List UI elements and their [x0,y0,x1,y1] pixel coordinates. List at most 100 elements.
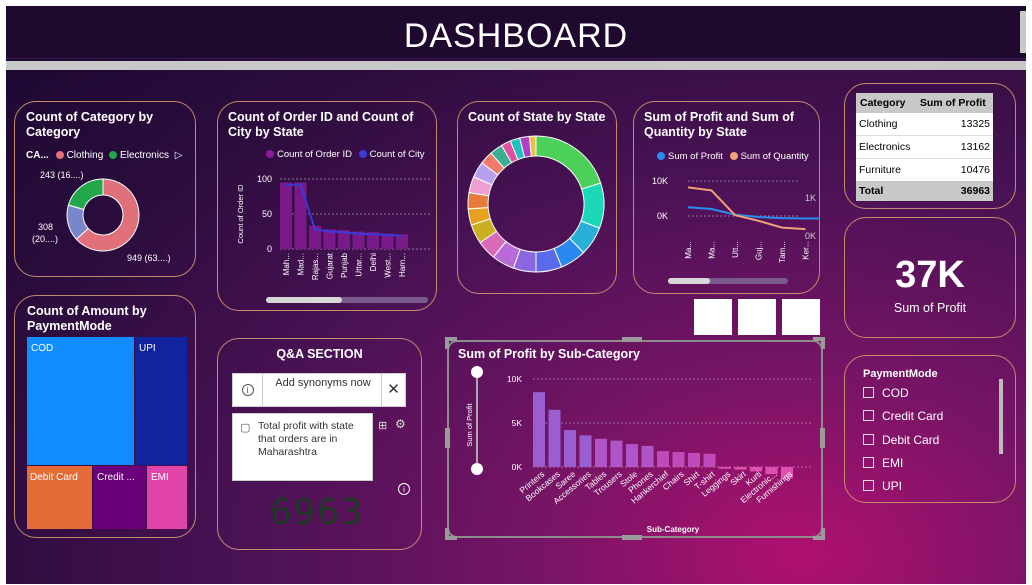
x-tick-label: Gujarat [326,252,335,279]
horizontal-scrollbar[interactable] [6,61,1026,70]
table-cell: 13162 [915,135,993,159]
category-donut[interactable] [66,178,140,252]
table-header-profit[interactable]: Sum of Profit [916,93,993,113]
x-tick-label: Uttar... [355,253,364,277]
kpi-value: 37K [895,254,965,296]
info-icon[interactable]: i [233,374,263,406]
x-axis-label: Sub-Category [647,525,700,534]
y-right-tick: 0K [805,231,816,241]
x-tick-label: Utt... [731,241,740,258]
legend-quantity[interactable]: Sum of Quantity [741,151,809,162]
donut-label-left-1: 308 [38,222,54,232]
payment-treemap[interactable]: COD UPI Debit Card Credit ... EMI [27,337,187,529]
slicer-option-emi[interactable]: EMI [863,456,903,470]
qa-title: Q&A SECTION [276,347,363,361]
legend-item-electronics[interactable]: Electronics [120,150,169,161]
gear-icon[interactable]: ⚙ [395,417,406,431]
order-city-scrollbar[interactable] [266,297,428,303]
corner-handle-tr[interactable] [813,337,825,349]
tile-credit-card[interactable]: Credit ... [93,466,146,529]
slicer-option-credit-card[interactable]: Credit Card [863,409,943,423]
bar [564,430,576,467]
chevron-right-icon[interactable]: ▷ [175,150,183,161]
header-scrollbar[interactable] [1020,11,1026,53]
corner-handle-tl[interactable] [445,337,457,349]
x-tick-label: Guj... [755,241,764,260]
y-left-tick: 0K [657,211,668,221]
blank-button-1[interactable] [694,299,732,335]
bar [610,440,623,467]
legend-dot [55,151,64,160]
y-tick-label: 0K [512,462,523,472]
checkbox[interactable] [863,434,874,445]
state-donut[interactable] [466,134,606,274]
legend-item-clothing[interactable]: Clothing [67,150,104,161]
table-cell: 13325 [915,113,993,136]
blank-button-3[interactable] [782,299,820,335]
legend-profit[interactable]: Sum of Profit [668,151,723,162]
order-city-chart[interactable]: 0 50 100 Count of Order ID Mah... Mad... Rajas… [217,161,437,296]
qa-answer: 6963 [270,492,365,533]
x-tick-label: Rajas... [311,253,320,280]
chat-icon: ▢ [240,422,251,434]
info-icon[interactable]: i [398,483,410,495]
bar [626,444,638,467]
category-legend: CA... Clothing Electronics ▷ [26,150,182,161]
order-city-legend: Count of Order ID Count of City [266,149,425,160]
close-icon[interactable]: ✕ [381,374,405,406]
category-card-title: Count of Category by Category [26,110,154,139]
legend-order-id[interactable]: Count of Order ID [277,149,352,160]
header-bar: DASHBOARD [6,6,1026,59]
x-tick-label: Ma... [684,241,693,259]
qa-table-icon[interactable]: ⊞ [378,419,387,432]
subcategory-chart[interactable]: Sum of Profit10K5K0KPrintersBookcasesSar… [447,361,823,536]
y-axis-label: Count of Order ID [236,184,245,244]
blank-button-2[interactable] [738,299,776,335]
table-cell: Clothing [856,113,916,136]
y-axis-label: Sum of Profit [465,402,474,446]
x-tick-label: Harn... [398,253,407,277]
y-right-tick: 1K [805,193,816,203]
tile-emi[interactable]: EMI [147,466,187,529]
state-card-title: Count of State by State [468,110,606,124]
tile-debit-card[interactable]: Debit Card [27,466,92,529]
y-tick-label: 5K [512,418,523,428]
y-tick-label: 100 [257,174,272,184]
checkbox[interactable] [863,457,874,468]
legend-city[interactable]: Count of City [370,149,425,160]
dashboard-title: DASHBOARD [403,17,629,55]
profit-quantity-scrollbar[interactable] [668,278,788,284]
table-header-category[interactable]: Category [856,93,916,113]
slicer-option-upi[interactable]: UPI [863,479,902,493]
y-tick-label: 0 [267,244,272,254]
resize-handle-top[interactable] [622,337,642,342]
checkbox[interactable] [863,387,874,398]
qa-question-input[interactable]: ▢ Total profit with state that orders ar… [232,413,373,481]
x-tick-label: Delhi [369,253,378,271]
qa-query-text[interactable]: Total profit with state that orders are … [258,420,358,459]
legend-dot [109,151,118,160]
checkbox[interactable] [863,410,874,421]
bar [641,445,654,467]
kpi-label: Sum of Profit [893,301,967,315]
table-cell: Furniture [859,164,902,176]
report-canvas: DASHBOARD Count of Category by Category … [6,6,1026,584]
slicer-option-cod[interactable]: COD [863,386,909,400]
bar [294,182,307,249]
slicer-option-debit-card[interactable]: Debit Card [863,433,939,447]
add-synonyms-button[interactable]: Add synonyms now [267,377,379,390]
profit-quantity-chart[interactable]: 10K 0K 1K 0K Ma... Ma... Utt... Guj... Tam... Ker… [633,166,820,281]
checkbox[interactable] [863,480,874,491]
donut-label-top: 243 (16....) [40,170,84,180]
profit-table[interactable]: Category Sum of Profit Clothing 13325 Elec… [856,93,993,201]
profit-line [687,206,820,220]
slicer-scrollbar[interactable] [999,379,1003,454]
x-tick-label: Ma... [708,241,717,259]
tile-upi[interactable]: UPI [135,337,187,465]
table-total-value: 36963 [960,185,990,197]
y-left-tick: 10K [652,176,668,186]
tile-cod[interactable]: COD [27,337,134,465]
bar [672,452,685,467]
profit-quantity-title: Sum of Profit and Sum of Quantity by Sta… [644,110,794,139]
donut-slice [67,178,104,211]
